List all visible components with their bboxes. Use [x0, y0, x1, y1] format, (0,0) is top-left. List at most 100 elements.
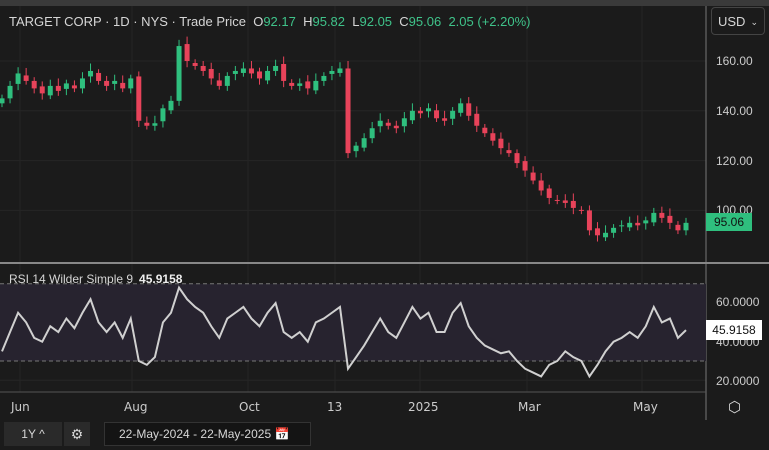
x-tick: Mar — [518, 400, 541, 414]
rsi-last-label: 45.9158 — [706, 320, 762, 340]
date-range-input[interactable]: 22-May-2024 - 22-May-2025 📅 — [104, 422, 311, 446]
settings-button[interactable]: ⚙ — [64, 422, 90, 446]
candle-body — [450, 110, 456, 119]
candle-body — [490, 133, 496, 141]
open-value: 92.17 — [263, 14, 296, 29]
x-tick: 2025 — [408, 400, 439, 414]
candle-body — [482, 127, 488, 134]
candle-body — [0, 98, 5, 104]
candle-body — [594, 228, 600, 236]
date-separator: - — [193, 427, 198, 441]
price-tick: 140.00 — [716, 104, 753, 118]
candle-body — [79, 78, 85, 89]
candle-body — [240, 68, 246, 73]
candle-body — [635, 222, 641, 226]
x-tick: Aug — [124, 400, 148, 414]
candle-body — [353, 145, 359, 152]
candle-body — [401, 118, 407, 127]
candle-body — [31, 80, 37, 89]
candle-body — [562, 200, 568, 203]
candle-body — [538, 180, 544, 191]
candle-body — [458, 103, 464, 113]
close-value: 95.06 — [408, 14, 442, 29]
candle-body — [337, 68, 343, 73]
candle-body — [619, 225, 625, 227]
candle-body — [265, 70, 271, 81]
currency-select[interactable]: USD ⌄ — [711, 7, 765, 35]
candle-body — [96, 72, 102, 81]
candle-body — [329, 70, 335, 74]
chart-canvas[interactable] — [0, 0, 769, 450]
x-tick: 13 — [327, 400, 343, 414]
candle-body — [377, 120, 383, 127]
chevron-down-icon: ⌄ — [750, 17, 758, 27]
candle-body — [224, 75, 230, 86]
candle-body — [168, 100, 174, 111]
candle-body — [128, 78, 134, 89]
candle-body — [586, 210, 592, 231]
candle-body — [55, 85, 61, 91]
candle-body — [683, 222, 689, 231]
candle-body — [498, 138, 504, 149]
low-label: L — [352, 14, 360, 29]
candle-body — [643, 220, 649, 224]
rsi-value: 45.9158 — [139, 272, 183, 286]
candle-body — [361, 138, 367, 148]
period-label: 1Y — [21, 427, 36, 441]
candle-body — [63, 83, 69, 89]
rsi-legend: RSI 14 Wilder Simple 9 45.9158 — [9, 272, 182, 286]
candle-body — [442, 118, 448, 121]
date-to: 22-May-2025 — [200, 427, 272, 441]
candle-body — [466, 103, 472, 116]
candle-body — [393, 125, 399, 129]
candle-body — [88, 70, 94, 77]
candle-body — [530, 172, 536, 181]
candle-body — [514, 153, 520, 164]
candle-body — [611, 227, 617, 233]
calendar-icon: 📅 — [274, 427, 290, 441]
candle-body — [152, 123, 158, 126]
candle-body — [554, 199, 560, 201]
candle-body — [281, 63, 287, 81]
candle-body — [112, 80, 118, 84]
candle-body — [232, 70, 238, 74]
close-label: C — [399, 14, 409, 29]
rsi-band — [0, 283, 706, 361]
candle-body — [200, 65, 206, 71]
candle-body — [313, 80, 319, 91]
period-button[interactable]: 1Y ^ — [4, 422, 62, 446]
candle-body — [369, 128, 375, 139]
candle-body — [297, 83, 303, 86]
gear-icon: ⚙ — [70, 426, 84, 442]
instrument-title: TARGET CORP · 1D · NYS · Trade Price — [9, 14, 246, 29]
candle-body — [305, 81, 311, 89]
candle-body — [409, 110, 415, 121]
change-value: 2.05 (+2.20%) — [448, 14, 531, 29]
reset-zoom-icon[interactable]: ⬡ — [728, 398, 741, 416]
candle-body — [176, 46, 182, 101]
x-tick: May — [633, 400, 658, 414]
candle-body — [578, 209, 584, 211]
candle-body — [23, 75, 29, 81]
candle-body — [659, 212, 665, 218]
price-tick: 160.00 — [716, 54, 753, 68]
candle-body — [321, 75, 327, 81]
candle-body — [208, 68, 214, 79]
candle-body — [47, 85, 53, 96]
rsi-title: RSI 14 Wilder Simple 9 — [9, 272, 134, 286]
candle-body — [385, 122, 391, 126]
candle-body — [425, 108, 431, 112]
candle-body — [71, 85, 77, 89]
candle-body — [675, 224, 681, 231]
candle-body — [570, 200, 576, 208]
candle-body — [522, 161, 528, 171]
candle-body — [7, 85, 13, 99]
candle-body — [474, 113, 480, 126]
candle-body — [345, 68, 351, 154]
low-value: 92.05 — [359, 14, 393, 29]
candle-body — [546, 188, 552, 198]
date-from: 22-May-2024 — [119, 427, 190, 441]
rsi-tick: 20.0000 — [716, 374, 760, 388]
open-label: O — [253, 14, 264, 29]
candle-body — [184, 44, 190, 61]
